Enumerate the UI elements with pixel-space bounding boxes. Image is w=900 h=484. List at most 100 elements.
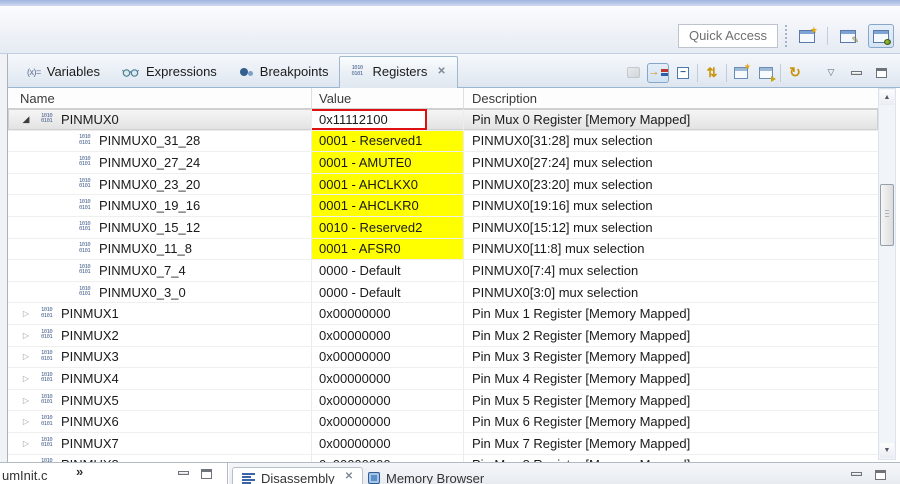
collapse-arrow-icon[interactable]: ◢ (21, 114, 31, 125)
scroll-thumb[interactable] (880, 184, 894, 246)
table-row[interactable]: 1010 0101 PINMUX0_3_0 0000 - Default PINMUX0… (8, 281, 878, 304)
table-row[interactable]: 1010 0101 PINMUX0_19_16 0001 - AHCLKR0 PINMU… (8, 195, 878, 217)
description-cell: Pin Mux 1 Register [Memory Mapped] (472, 306, 691, 322)
table-row[interactable]: ▷ 1010 0101 PINMUX3 0x00000000 Pin Mux 3 Regi… (8, 346, 878, 369)
value-cell: 0001 - AHCLKR0 (312, 195, 464, 216)
link-with-context-icon: → (649, 67, 668, 78)
register-table-body: ◢ 1010 0101 PINMUX0 0x11112100 Pin Mux 0 Regi… (8, 109, 878, 462)
name-cell: ▷ 1010 0101 PINMUX6 (8, 411, 312, 432)
value-cell: 0x00000000 (312, 411, 464, 432)
close-icon[interactable]: ✕ (345, 471, 353, 482)
register-name: PINMUX7 (61, 435, 119, 451)
table-row[interactable]: 1010 0101 PINMUX0_31_28 0001 - Reserved1 PIN… (8, 130, 878, 153)
pencil-icon: ✎ (851, 34, 859, 45)
table-row[interactable]: 1010 0101 PINMUX0_11_8 0001 - AFSR0 PINMUX0[… (8, 238, 878, 261)
table-row[interactable]: ◢ 1010 0101 PINMUX0 0x11112100 Pin Mux 0 Regi… (8, 109, 878, 131)
register-icon: 10100101 (79, 285, 91, 298)
register-name: PINMUX0_27_24 (99, 154, 201, 170)
close-icon[interactable]: ✕ (437, 66, 445, 77)
tab-variables[interactable]: (x)= Variables (16, 57, 111, 87)
link-with-context-button[interactable]: → (647, 62, 669, 83)
table-row[interactable]: ▷ 1010 0101 PINMUX6 0x00000000 Pin Mux 6 Regi… (8, 411, 878, 433)
table-row[interactable]: ▷ 1010 0101 PINMUX1 0x00000000 Pin Mux 1 Regi… (8, 303, 878, 325)
scroll-up-button[interactable]: ▲ (880, 90, 894, 105)
minimize-icon[interactable] (851, 472, 862, 476)
expand-arrow-icon[interactable]: ▷ (21, 439, 31, 448)
description-cell: Pin Mux 2 Register [Memory Mapped] (472, 327, 691, 343)
maximize-icon (875, 67, 887, 78)
tab-disassembly[interactable]: Disassembly ✕ (232, 467, 364, 484)
view-toolbar: → − ⇅ ★ ↻ ▽ (622, 59, 900, 83)
editor-overflow-chevron[interactable]: » (76, 464, 83, 479)
minimize-view-button[interactable] (845, 63, 867, 83)
main-toolbar: Quick Access ★ ✎ (0, 6, 900, 54)
name-cell: ▷ 1010 0101 PINMUX7 (8, 432, 312, 454)
name-cell: ▷ 1010 0101 PINMUX4 (8, 368, 312, 389)
expand-arrow-icon[interactable]: ▷ (21, 352, 31, 361)
register-icon: 10100101 (79, 263, 91, 276)
table-row[interactable]: ▷ 1010 0101 PINMUX2 0x00000000 Pin Mux 2 Regi… (8, 324, 878, 347)
maximize-icon[interactable] (875, 470, 886, 480)
editor-tab-partial[interactable]: umInit.c (2, 468, 48, 483)
register-icon: 10100101 (41, 350, 53, 362)
name-cell: 1010 0101 PINMUX0_7_4 (8, 260, 312, 281)
value-cell: 0x00000000 (312, 368, 464, 389)
breakpoints-icon (239, 66, 254, 78)
maximize-view-button[interactable] (870, 63, 892, 83)
table-row[interactable]: ▷ 1010 0101 PINMUX5 0x00000000 Pin Mux 5 Regi… (8, 389, 878, 412)
debug-view-area: (x)= Variables Expressions Breakpoints 1… (0, 54, 900, 462)
debug-perspective-button[interactable] (868, 24, 894, 48)
name-cell: ▷ 1010 0101 PINMUX1 (8, 303, 312, 324)
tab-expressions[interactable]: Expressions (111, 57, 228, 87)
toolbar-separator (726, 63, 727, 82)
expand-arrow-icon[interactable]: ▷ (21, 417, 31, 426)
expand-arrow-icon[interactable]: ▷ (21, 396, 31, 405)
table-row[interactable]: ▷10100101PINMUX80x00000000Pin Mux 8 Regi… (8, 454, 878, 462)
new-view-button[interactable]: ★ (730, 62, 752, 83)
registers-view-panel: (x)= Variables Expressions Breakpoints 1… (8, 54, 900, 462)
register-name: PINMUX0_11_8 (99, 241, 192, 257)
register-name: PINMUX0_19_16 (99, 198, 201, 214)
edit-perspective-button[interactable]: ✎ (835, 24, 861, 48)
description-cell: Pin Mux 5 Register [Memory Mapped] (472, 392, 691, 408)
value-cell: 0000 - Default (312, 281, 464, 303)
minimize-icon[interactable] (178, 471, 189, 475)
table-header: Name Value Description (8, 88, 878, 109)
register-icon: 10100101 (41, 371, 53, 384)
expand-arrow-icon[interactable]: ▷ (21, 374, 31, 383)
table-row[interactable]: 1010 0101 PINMUX0_27_24 0001 - AMUTE0 PINMUX… (8, 152, 878, 174)
table-row[interactable]: 1010 0101 PINMUX0_15_12 0010 - Reserved2 PIN… (8, 216, 878, 239)
description-cell: Pin Mux 6 Register [Memory Mapped] (472, 414, 691, 430)
tab-breakpoints[interactable]: Breakpoints (228, 57, 340, 87)
pin-view-button[interactable] (755, 63, 777, 83)
quick-access-box[interactable]: Quick Access (677, 24, 778, 48)
scroll-down-button[interactable]: ▼ (880, 443, 894, 458)
tab-memory-browser[interactable]: Memory Browser (359, 467, 493, 484)
column-header-description[interactable]: Description (464, 88, 878, 108)
open-perspective-button[interactable]: ★ (794, 24, 820, 48)
expand-arrow-icon[interactable]: ▷ (21, 331, 31, 340)
vertical-scrollbar[interactable]: ▲ ▼ (878, 88, 896, 460)
expand-arrow-icon[interactable]: ▷ (21, 309, 31, 318)
tab-label: Memory Browser (386, 471, 485, 484)
toolbar-separator (780, 63, 781, 82)
register-name: PINMUX0 (61, 111, 119, 127)
view-menu-button[interactable]: ▽ (820, 63, 842, 83)
new-view-icon: ★ (734, 62, 751, 79)
column-header-value[interactable]: Value (312, 88, 464, 108)
registers-icon: 1010 0101 (351, 65, 363, 77)
table-row[interactable]: 1010 0101 PINMUX0_7_4 0000 - Default PINMUX0… (8, 260, 878, 282)
disassembly-panel-tabbar: Disassembly ✕ Memory Browser (229, 463, 900, 484)
name-cell: 1010 0101 PINMUX0_27_24 (8, 152, 312, 173)
maximize-icon[interactable] (201, 469, 212, 479)
refresh-button[interactable]: ↻ (784, 63, 806, 83)
table-row[interactable]: 1010 0101 PINMUX0_23_20 0001 - AHCLKX0 PINMU… (8, 173, 878, 196)
collapse-all-button[interactable]: − (672, 63, 694, 83)
table-row[interactable]: ▷ 1010 0101 PINMUX7 0x00000000 Pin Mux 7 Regi… (8, 432, 878, 455)
column-header-name[interactable]: Name (8, 88, 312, 108)
tab-registers[interactable]: 1010 0101 Registers ✕ (339, 56, 458, 88)
table-row[interactable]: ▷ 1010 0101 PINMUX4 0x00000000 Pin Mux 4 Regi… (8, 368, 878, 390)
flush-cache-button[interactable]: ⇅ (701, 63, 723, 83)
value-cell: 0001 - AFSR0 (312, 238, 464, 260)
register-table: Name Value Description ◢ 1010 0101 PINMUX0 0… (8, 88, 900, 462)
